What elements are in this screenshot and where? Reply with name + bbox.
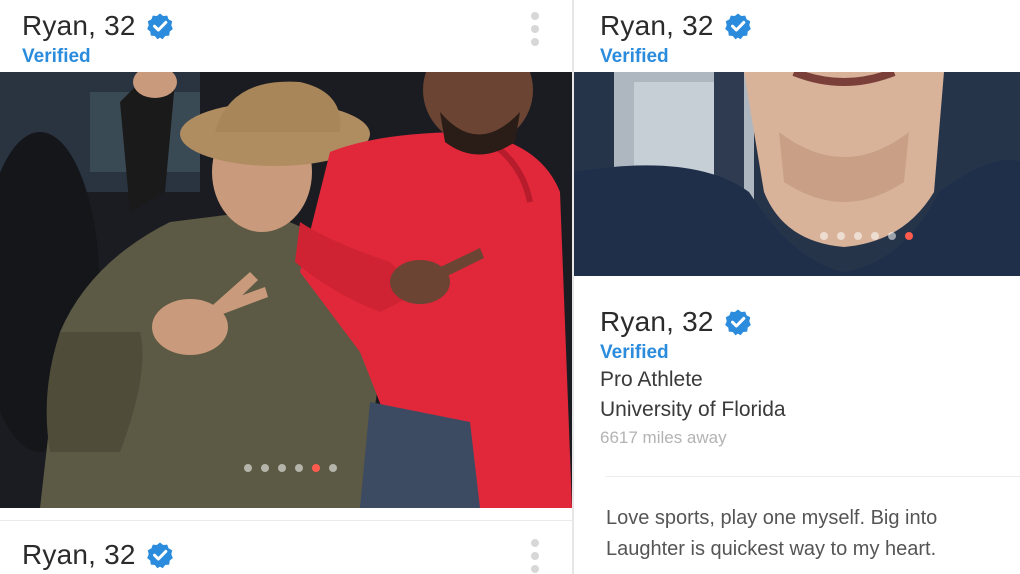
profile-photo-image [574, 72, 1020, 276]
school: University of Florida [600, 398, 786, 421]
profile-photo-image [0, 72, 572, 508]
profile-card-right[interactable]: Ryan, 32 Verified Ryan, 32 Verified Pro … [574, 0, 1020, 574]
photo-page-indicator [820, 232, 913, 240]
verified-check-icon [146, 542, 173, 569]
page-dot[interactable] [854, 232, 862, 240]
profile-card-left[interactable]: Ryan, 32 Verified Ryan, 32 [0, 0, 572, 574]
page-dot[interactable] [278, 464, 286, 472]
profile-header: Ryan, 32 Verified [0, 0, 572, 72]
profile-info: Ryan, 32 Verified Pro Athlete University… [574, 276, 1020, 476]
page-dot[interactable] [261, 464, 269, 472]
next-profile-header[interactable]: Ryan, 32 [0, 520, 572, 574]
page-dot[interactable] [244, 464, 252, 472]
page-dot[interactable] [837, 232, 845, 240]
verified-label: Verified [600, 342, 669, 363]
profile-name: Ryan, 32 [600, 306, 714, 337]
profile-name: Ryan, 32 [22, 10, 136, 41]
name-row: Ryan, 32 [22, 10, 174, 42]
verified-check-icon [724, 13, 751, 40]
page-dot-active[interactable] [312, 464, 320, 472]
name-row: Ryan, 32 [600, 306, 752, 338]
page-dot[interactable] [888, 232, 896, 240]
distance: 6617 miles away [600, 428, 727, 447]
more-options-icon[interactable] [530, 12, 540, 46]
bio-section: Love sports, play one myself. Big into L… [606, 476, 1020, 569]
profile-photo[interactable] [0, 72, 572, 508]
page-dot[interactable] [820, 232, 828, 240]
verified-label: Verified [22, 46, 91, 67]
verified-label: Verified [600, 46, 669, 67]
occupation: Pro Athlete [600, 368, 703, 391]
bio-line: Love sports, play one myself. Big into [606, 507, 938, 529]
page-dot[interactable] [295, 464, 303, 472]
profile-photo[interactable] [574, 72, 1020, 276]
page-dot[interactable] [329, 464, 337, 472]
name-row: Ryan, 32 [22, 539, 174, 571]
verified-check-icon [724, 309, 751, 336]
profile-name: Ryan, 32 [22, 539, 136, 570]
more-options-icon[interactable] [530, 539, 540, 573]
profile-header: Ryan, 32 Verified [574, 0, 1020, 72]
page-dot[interactable] [871, 232, 879, 240]
photo-page-indicator [244, 464, 337, 472]
page-dot-active[interactable] [905, 232, 913, 240]
bio-line: Laughter is quickest way to my heart. [606, 538, 937, 560]
name-row: Ryan, 32 [600, 10, 752, 42]
profile-name: Ryan, 32 [600, 10, 714, 41]
verified-check-icon [146, 13, 173, 40]
